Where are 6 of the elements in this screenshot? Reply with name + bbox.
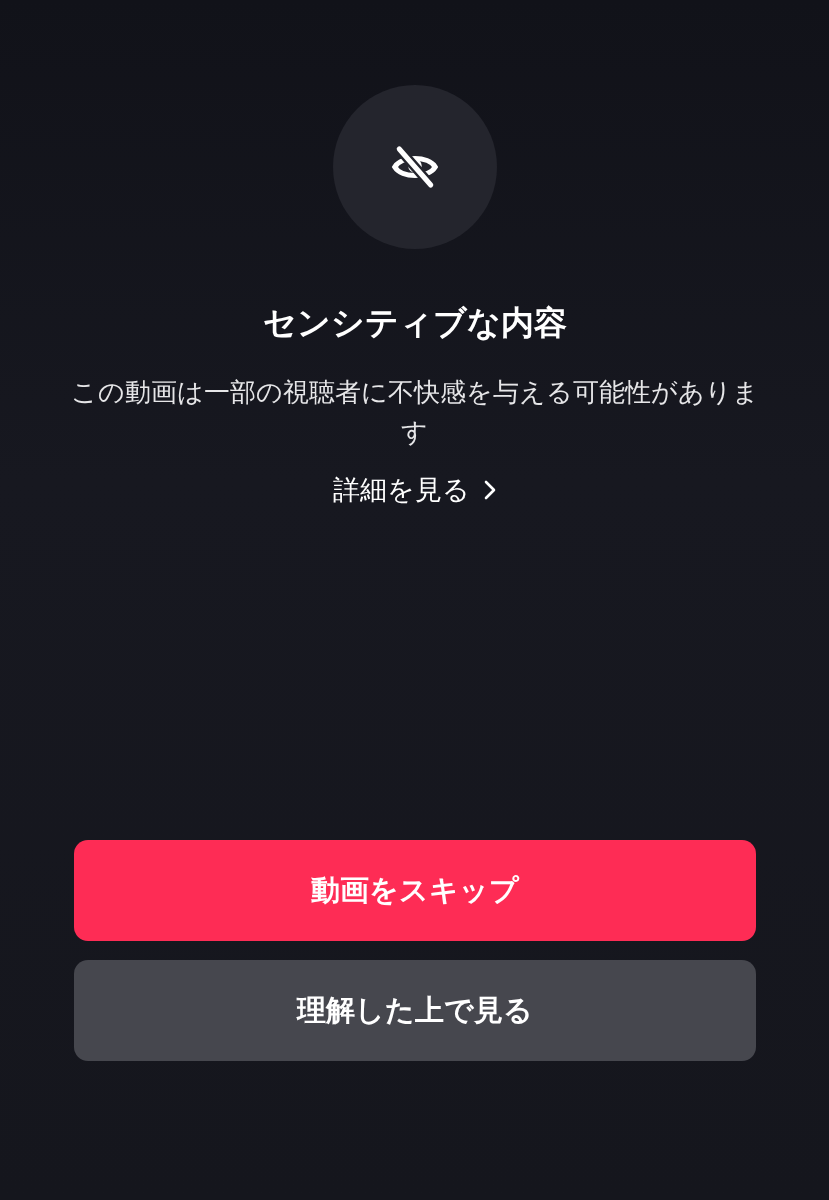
warning-title: センシティブな内容 [262, 302, 567, 344]
warning-message: この動画は一部の視聴者に不快感を与える可能性があります [69, 376, 760, 449]
chevron-icon [484, 480, 496, 500]
skip-video-button[interactable]: 動画をスキップ [73, 840, 756, 941]
watch-anyway-button[interactable]: 理解した上で見る [73, 960, 756, 1061]
details-link[interactable]: 詳細を見る [333, 472, 496, 508]
